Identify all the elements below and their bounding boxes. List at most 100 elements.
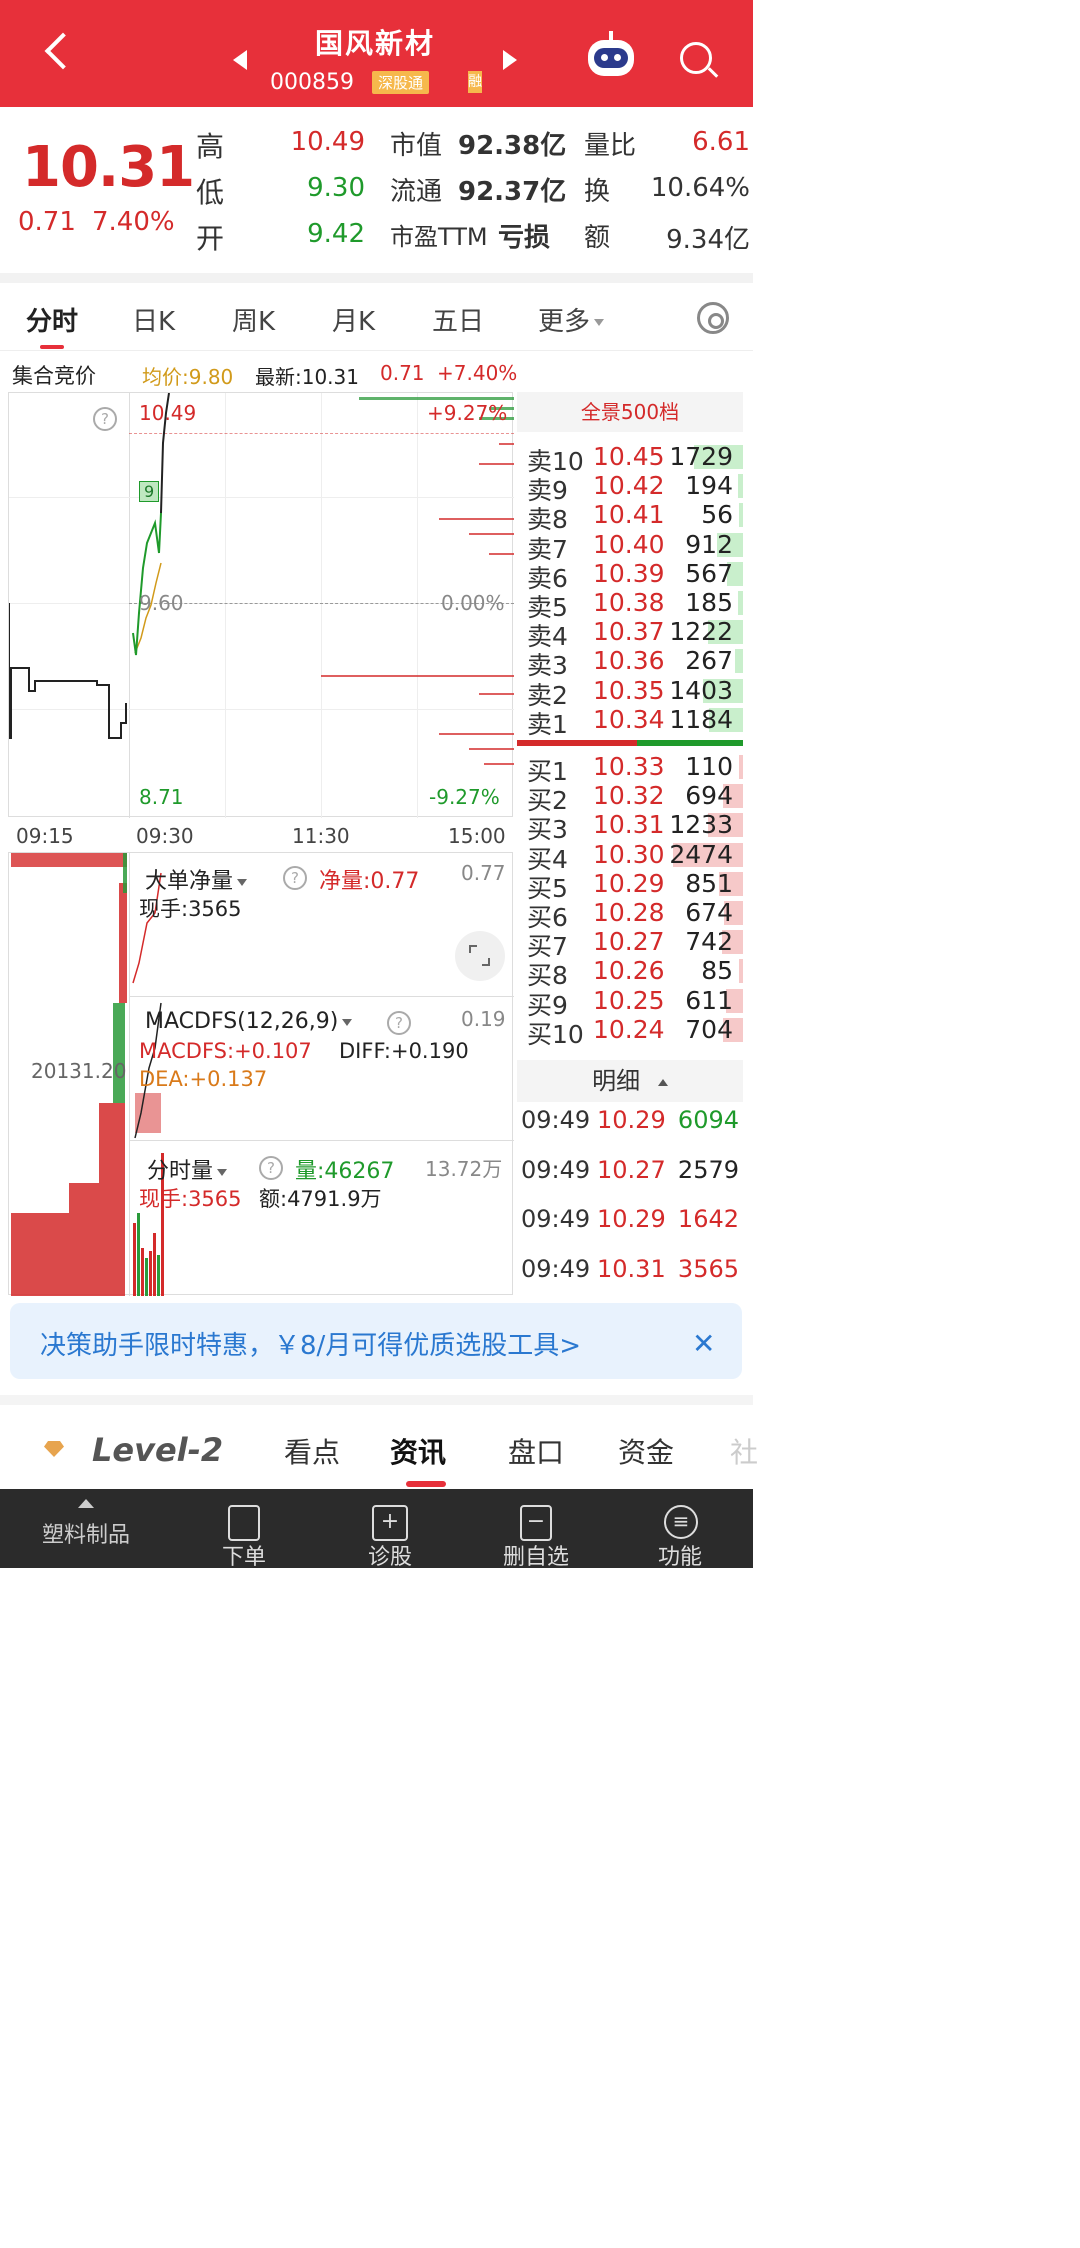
order-price: 10.34 [593, 704, 665, 734]
sell-order-row[interactable]: 卖2 10.35 1403 [517, 675, 743, 710]
close-icon[interactable]: ✕ [692, 1327, 715, 1360]
time-label: 09:15 [16, 824, 74, 848]
order-price: 10.27 [593, 927, 665, 957]
current-price: 10.31 [22, 135, 195, 200]
order-book[interactable]: 全景500档 卖10 10.45 1729 卖9 10.42 194 卖8 10.41 56 卖7… [517, 392, 753, 1054]
order-price: 10.40 [593, 529, 665, 559]
order-volume: 611 [685, 985, 733, 1015]
quote-panel: 10.31 0.71 7.40% 高 10.49 低 9.30 开 9.42 市… [0, 107, 753, 273]
macd-axis: 0.19 [461, 1007, 506, 1031]
tab-orderbook[interactable]: 盘口 [508, 1431, 564, 1471]
order-price: 10.26 [593, 956, 665, 986]
tab-news[interactable]: 资讯 [390, 1431, 446, 1471]
help-icon[interactable]: ? [93, 407, 117, 431]
open-value: 9.42 [307, 219, 365, 249]
promo-text[interactable]: 决策助手限时特惠，￥8/月可得优质选股工具> [40, 1325, 581, 1362]
order-price: 10.29 [593, 868, 665, 898]
order-price: 10.37 [593, 617, 665, 647]
order-price: 10.24 [593, 1014, 665, 1044]
volume-bar [739, 755, 743, 779]
stock-code: 000859 [270, 70, 354, 95]
previous-stock-icon[interactable] [233, 50, 247, 70]
buy-order-row[interactable]: 买4 10.30 2474 [517, 840, 743, 874]
order-depth-bars [321, 397, 514, 765]
order-price: 10.45 [593, 442, 665, 471]
order-volume: 194 [685, 471, 733, 501]
avg-price: 均价:9.80 [142, 365, 234, 389]
dea-value: DEA:+0.137 [139, 1067, 268, 1091]
help-icon[interactable]: ? [259, 1156, 283, 1180]
latest-change-pct: +7.40% [437, 361, 518, 385]
buy-order-row[interactable]: 买10 10.24 704 [517, 1014, 743, 1049]
trade-volume: 3565 [677, 1254, 739, 1283]
pe-value: 亏损 [498, 223, 551, 253]
buy-order-row[interactable]: 买7 10.27 742 [517, 927, 743, 961]
tab-funds[interactable]: 资金 [618, 1431, 674, 1471]
settings-icon[interactable] [697, 302, 729, 334]
turnover-value: 10.64% [650, 173, 750, 203]
time-label: 15:00 [448, 824, 506, 848]
next-stock-icon[interactable] [503, 50, 517, 70]
sell-order-row[interactable]: 卖1 10.34 1184 [517, 704, 743, 739]
big-order-title: 大单净量 [145, 869, 234, 894]
nav-sector-label: 塑料制品 [41, 1523, 130, 1548]
sell-order-row[interactable]: 卖7 10.40 912 [517, 529, 743, 564]
sell-order-row[interactable]: 卖3 10.36 267 [517, 646, 743, 680]
buy-order-row[interactable]: 买3 10.31 1233 [517, 810, 743, 844]
promo-banner[interactable]: 决策助手限时特惠，￥8/月可得优质选股工具> ✕ [10, 1303, 742, 1379]
buy-order-row[interactable]: 买1 10.33 110 [517, 752, 743, 786]
buy-order-row[interactable]: 买5 10.29 851 [517, 868, 743, 903]
order-price: 10.42 [593, 471, 665, 501]
sell-order-row[interactable]: 卖5 10.38 185 [517, 588, 743, 622]
help-icon[interactable]: ? [283, 866, 307, 890]
open-label: 开 [196, 222, 225, 255]
macd-title: MACDFS(12,26,9) [145, 1009, 339, 1034]
macd-value: MACDFS:+0.107 [139, 1039, 312, 1063]
buy-order-row[interactable]: 买9 10.25 611 [517, 985, 743, 1020]
intraday-chart[interactable]: ? 10.49 +9.27% 9 9.60 0.00% 8.71 -9.27% [8, 392, 514, 818]
sell-order-row[interactable]: 卖4 10.37 1222 [517, 617, 743, 651]
sell-order-row[interactable]: 卖8 10.41 56 [517, 500, 743, 534]
tab-daily-k[interactable]: 日K [132, 301, 175, 338]
sell-order-row[interactable]: 卖10 10.45 1729 [517, 442, 743, 476]
buy-order-row[interactable]: 买6 10.28 674 [517, 898, 743, 932]
nav-diagnose-label: 诊股 [367, 1545, 412, 1570]
bottom-nav: 塑料制品 下单 + 诊股 − 删自选 ≡ 功能 [0, 1489, 753, 1570]
volratio-value: 6.61 [692, 127, 750, 157]
tab-community[interactable]: 社 [730, 1431, 758, 1471]
fullscreen-icon[interactable] [455, 931, 505, 981]
order-book-title[interactable]: 全景500档 [517, 392, 743, 432]
back-arrow-icon[interactable] [44, 32, 82, 70]
trade-detail-row: 09:49 10.31 3565 [517, 1255, 743, 1295]
buy-order-row[interactable]: 买8 10.26 85 [517, 956, 743, 990]
tab-weekly-k[interactable]: 周K [232, 301, 275, 338]
chart-top-pct: +9.27% [427, 401, 508, 425]
buy-order-row[interactable]: 买2 10.32 694 [517, 781, 743, 815]
tab-five-day[interactable]: 五日 [432, 301, 484, 338]
float-value: 92.37亿 [458, 177, 567, 207]
order-price: 10.25 [593, 985, 665, 1015]
sell-order-row[interactable]: 卖6 10.39 567 [517, 558, 743, 593]
order-volume: 1233 [669, 810, 733, 840]
order-volume: 567 [685, 558, 733, 588]
trade-detail-header[interactable]: 明细 [517, 1060, 743, 1102]
big-order-selector[interactable]: 大单净量 [145, 863, 248, 895]
tab-intraday[interactable]: 分时 [26, 301, 78, 338]
bid-ask-ratio-bar [517, 740, 743, 746]
low-label: 低 [196, 176, 225, 209]
order-volume: 1403 [669, 675, 733, 705]
trade-time: 09:49 [521, 1106, 591, 1134]
level2-button[interactable]: Level-2 [92, 1431, 223, 1469]
tab-monthly-k[interactable]: 月K [332, 301, 375, 338]
sell-order-row[interactable]: 卖9 10.42 194 [517, 471, 743, 505]
trade-detail-row: 09:49 10.27 2579 [517, 1156, 743, 1196]
section-divider [0, 273, 753, 283]
search-icon[interactable] [680, 42, 712, 74]
robot-assistant-icon[interactable] [588, 31, 634, 76]
tab-highlights[interactable]: 看点 [284, 1431, 340, 1471]
help-icon[interactable]: ? [387, 1011, 411, 1035]
volume-selector[interactable]: 分时量 [147, 1153, 228, 1185]
tab-more[interactable]: 更多 [538, 301, 605, 338]
macd-selector[interactable]: MACDFS(12,26,9) [145, 1009, 353, 1034]
mktcap-label: 市值 [390, 131, 443, 161]
